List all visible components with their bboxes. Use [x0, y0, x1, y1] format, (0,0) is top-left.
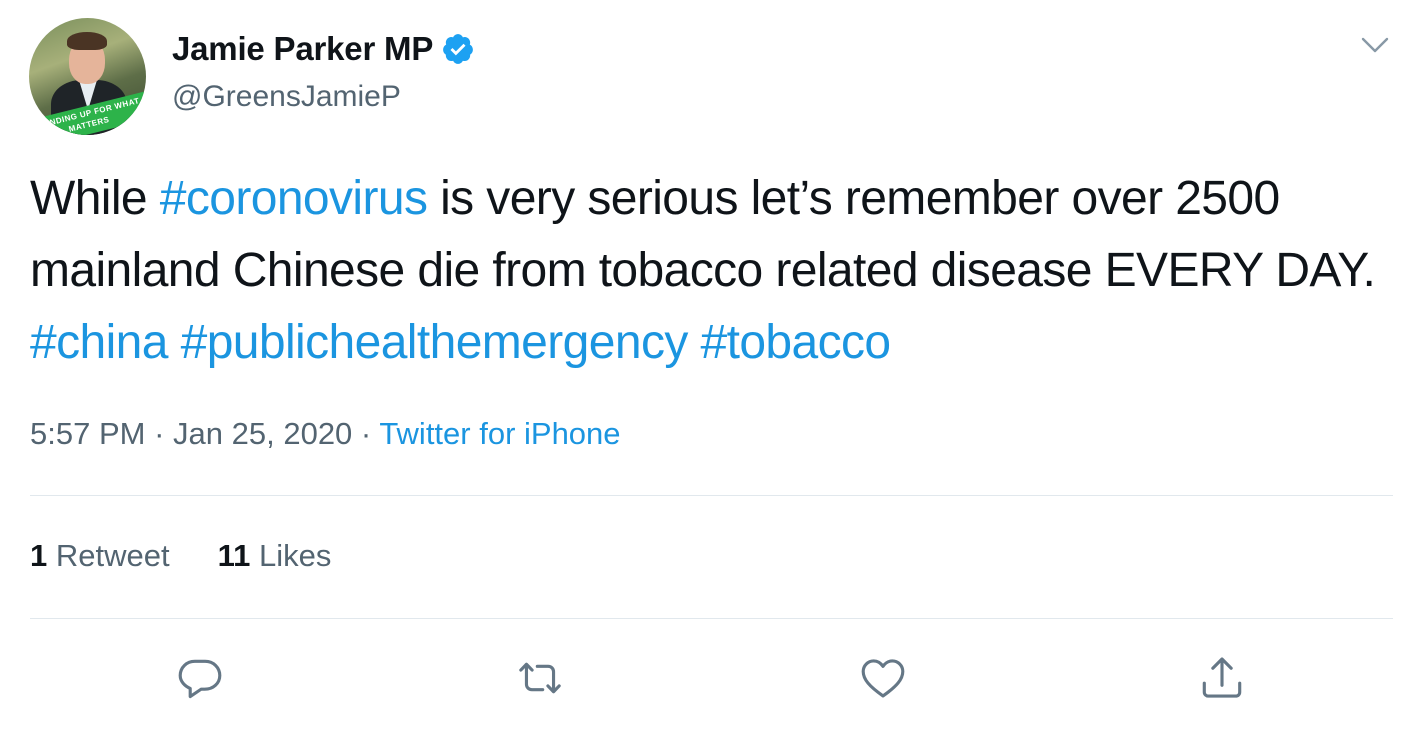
retweets-label: Retweet [55, 538, 170, 573]
retweet-icon[interactable] [515, 653, 565, 703]
hashtag-link[interactable]: #publichealthemergency [181, 316, 689, 369]
author-handle[interactable]: @GreensJamieP [172, 80, 401, 114]
tweet-text-segment [168, 316, 181, 369]
tweet-card: STANDING UP FOR WHAT MATTERS Jamie Parke… [0, 0, 1418, 733]
chevron-down-icon[interactable] [1358, 32, 1392, 58]
tweet-time[interactable]: 5:57 PM [30, 416, 145, 451]
likes-stat[interactable]: 11 Likes [218, 538, 332, 574]
tweet-text-segment: While [30, 172, 160, 225]
tweet-stats: 1 Retweet 11 Likes [30, 538, 379, 574]
heart-icon[interactable] [858, 653, 908, 703]
retweets-count: 1 [30, 538, 48, 573]
likes-count: 11 [217, 538, 251, 573]
verified-badge-icon [441, 32, 475, 66]
share-icon[interactable] [1197, 653, 1247, 703]
meta-separator: · [360, 416, 372, 451]
tweet-date[interactable]: Jan 25, 2020 [173, 416, 352, 451]
meta-separator: · [154, 416, 165, 451]
retweets-stat[interactable]: 1 Retweet [30, 538, 170, 574]
tweet-source-link[interactable]: Twitter for iPhone [379, 416, 620, 451]
likes-label: Likes [259, 538, 332, 573]
tweet-metadata: 5:57 PM · Jan 25, 2020 · Twitter for iPh… [30, 416, 621, 452]
tweet-text: While #coronovirus is very serious let’s… [30, 163, 1400, 379]
avatar-hair [67, 32, 107, 50]
tweet-text-segment [688, 316, 701, 369]
divider [30, 618, 1393, 619]
hashtag-link[interactable]: #coronovirus [160, 172, 428, 225]
avatar[interactable]: STANDING UP FOR WHAT MATTERS [29, 18, 146, 135]
reply-icon[interactable] [175, 653, 225, 703]
hashtag-link[interactable]: #tobacco [701, 316, 892, 369]
author-name-row: Jamie Parker MP [172, 30, 475, 68]
hashtag-link[interactable]: #china [30, 316, 168, 369]
divider [30, 495, 1393, 496]
author-display-name[interactable]: Jamie Parker MP [172, 30, 433, 68]
